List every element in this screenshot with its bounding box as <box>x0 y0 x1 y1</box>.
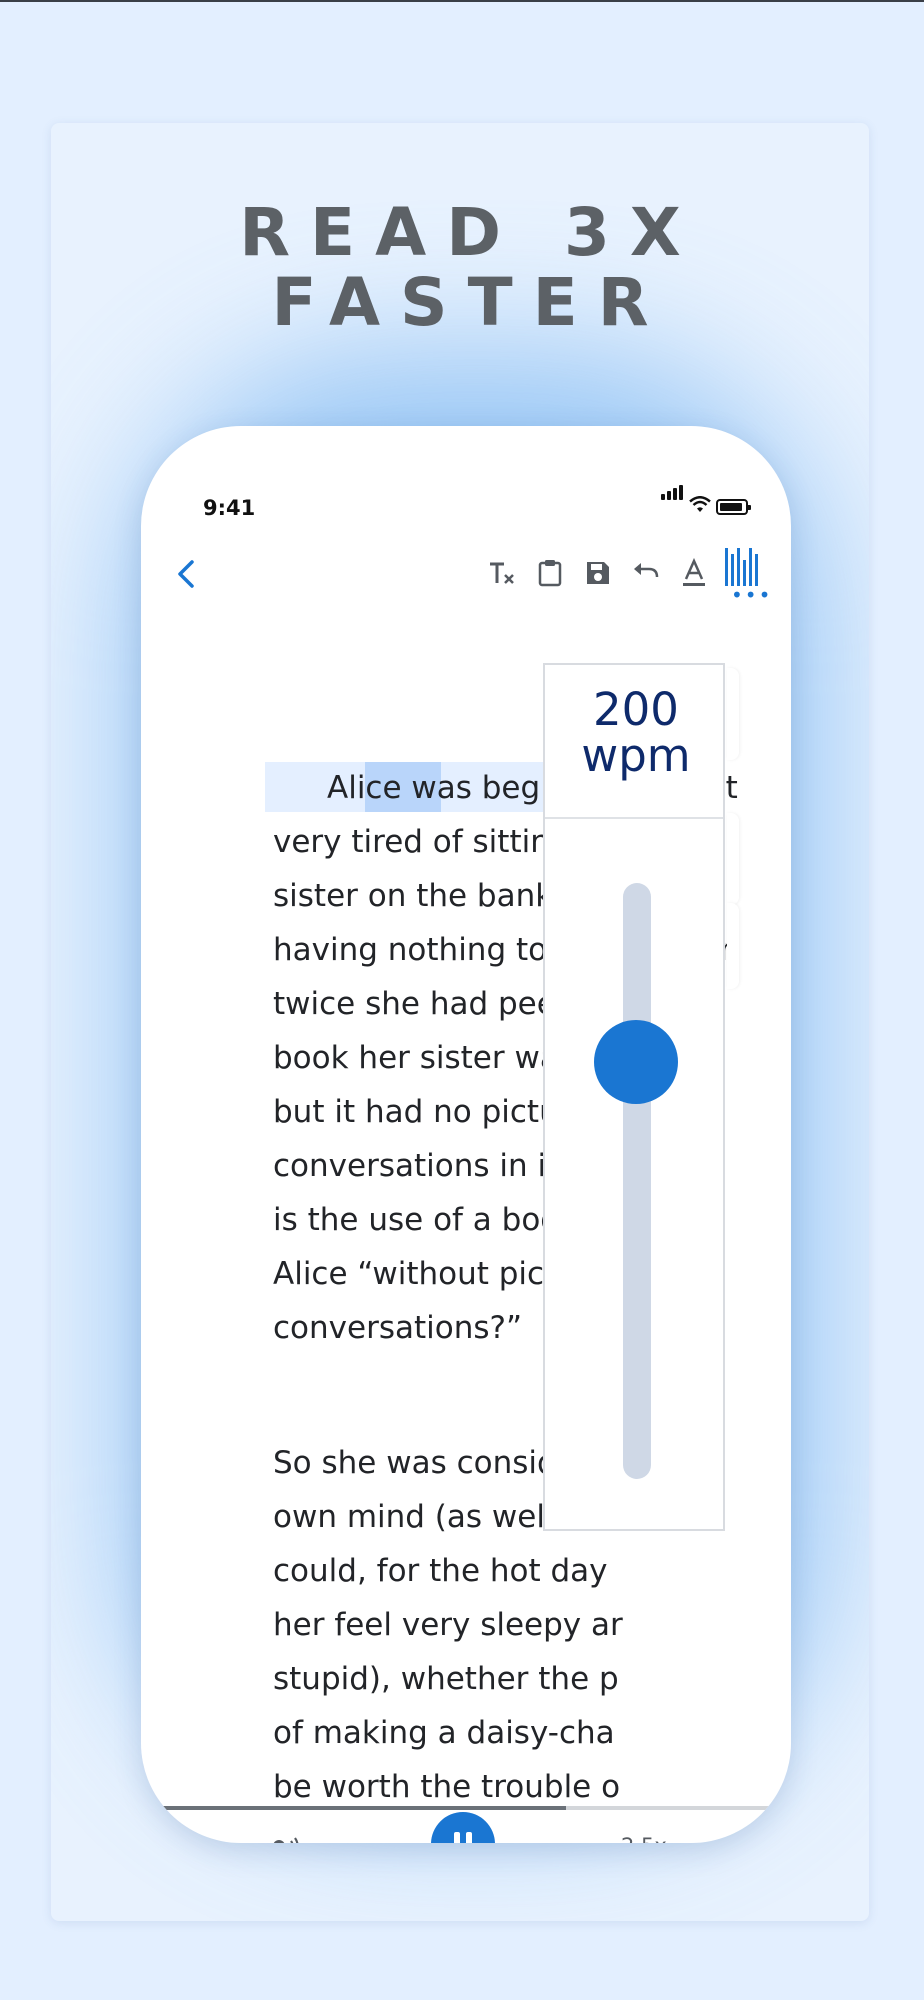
wifi-icon <box>689 496 711 517</box>
promo-card: READ 3X FASTER 9:41 ••• Alice was beginn… <box>51 123 869 1921</box>
playback-bar: 2.5x <box>141 1810 791 1843</box>
status-icons <box>661 485 761 520</box>
text-line: stupid), whether the p <box>273 1661 619 1697</box>
voice-icon[interactable] <box>266 1835 300 1843</box>
wpm-slider-track[interactable] <box>623 883 651 1479</box>
side-tab <box>727 813 739 905</box>
text-line: her feel very sleepy ar <box>273 1607 623 1643</box>
wpm-value: 200 <box>593 683 679 736</box>
headline-line-1: READ 3X <box>239 194 701 271</box>
text-line: of making a daisy-cha <box>273 1715 615 1751</box>
status-time: 9:41 <box>203 496 256 520</box>
side-tab <box>727 903 739 989</box>
clipboard-icon[interactable] <box>534 558 566 590</box>
app-logo-icon[interactable]: ••• <box>725 548 770 605</box>
status-bar: 9:41 <box>141 426 791 520</box>
playback-speed[interactable]: 2.5x <box>621 1834 667 1843</box>
top-border <box>0 0 924 2</box>
wpm-panel: 200 wpm <box>543 663 725 1531</box>
pause-button[interactable] <box>431 1812 495 1843</box>
battery-icon <box>716 499 751 515</box>
headline-line-2: FASTER <box>271 264 669 341</box>
wpm-unit: wpm <box>581 729 691 782</box>
save-icon[interactable] <box>582 558 614 590</box>
reader-toolbar: ••• <box>141 546 791 616</box>
side-tab <box>727 668 739 760</box>
undo-icon[interactable] <box>630 558 662 590</box>
wpm-slider-thumb[interactable] <box>594 1020 678 1104</box>
clear-format-icon[interactable] <box>486 558 518 590</box>
back-chevron-icon[interactable] <box>174 556 198 599</box>
text-line: could, for the hot day <box>273 1553 608 1589</box>
text-style-icon[interactable] <box>678 557 710 590</box>
wpm-divider <box>545 817 723 819</box>
more-dots-icon: ••• <box>731 583 773 607</box>
headline: READ 3X FASTER <box>51 198 869 338</box>
